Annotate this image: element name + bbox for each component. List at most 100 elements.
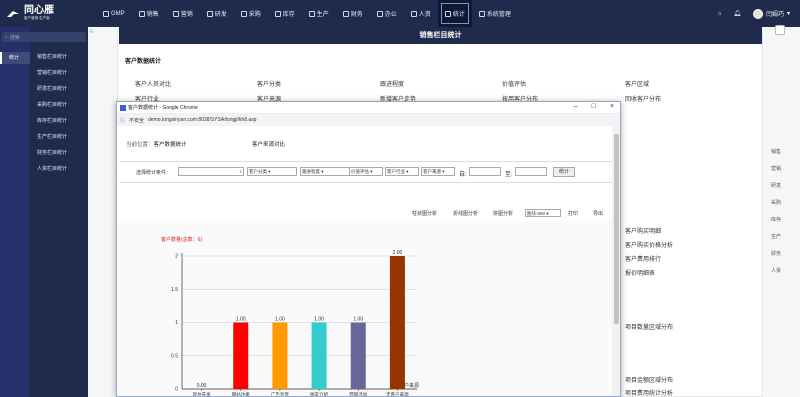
filter-select-industry[interactable]: 客户行业 ▾ bbox=[385, 167, 419, 176]
sidebar-search-input[interactable]: ⌕ 搜索 bbox=[2, 32, 86, 42]
nav-icon bbox=[308, 10, 315, 17]
stat-link[interactable]: 项目数量区域分布 bbox=[625, 322, 673, 331]
side-nav-item[interactable]: 销售 bbox=[768, 148, 784, 155]
stat-link[interactable]: 客户分类 bbox=[257, 79, 281, 88]
bell-icon[interactable]: 🔔︎ bbox=[733, 10, 741, 17]
sidebar-primary bbox=[0, 27, 30, 397]
nav-icon bbox=[342, 10, 349, 17]
tab-customer-source[interactable]: 客户来源对比 bbox=[252, 140, 285, 148]
side-nav-item[interactable]: 研发 bbox=[768, 182, 784, 189]
nav-label: 库存 bbox=[282, 12, 295, 18]
address-bar[interactable]: ⓘ 不安全 demo.tongxinyan.com:8038/SYSA/tong… bbox=[117, 114, 620, 126]
stat-link[interactable]: 项目金额区域分布 bbox=[625, 375, 673, 384]
stat-link[interactable]: 客户购买明细 bbox=[625, 226, 661, 235]
user-menu[interactable]: 闫娟巧 ▾ bbox=[752, 8, 790, 19]
nav-item[interactable]: 办公 bbox=[370, 0, 404, 27]
sidebar-subitem[interactable]: 库存栏目统计 bbox=[30, 113, 88, 129]
side-nav-item[interactable]: 库存 bbox=[768, 216, 784, 223]
nav-item[interactable]: 系统管理 bbox=[472, 0, 518, 27]
sidebar-subitem[interactable]: 营销栏目统计 bbox=[30, 65, 88, 81]
section-title: 客户数据统计 bbox=[125, 59, 162, 65]
expand-icon[interactable] bbox=[775, 25, 785, 35]
breadcrumb: 当前位置：客户数据统计 bbox=[126, 140, 187, 148]
nav-icon bbox=[274, 10, 281, 17]
data-label: 1.00 bbox=[353, 317, 363, 323]
main-nav: GMP 销售 营销 研发 采购 库存 生产 财务 办公 人资 统计 系统管理 bbox=[96, 0, 518, 27]
date-from-input[interactable] bbox=[469, 167, 501, 176]
filter-select-source[interactable]: 客户来源 ▾ bbox=[421, 167, 455, 176]
nav-icon bbox=[206, 10, 213, 17]
chart-size-select[interactable]: 图块-550 ▾ bbox=[525, 209, 561, 217]
bar-chart-button[interactable]: 柱状图分析 bbox=[412, 210, 437, 217]
x-tick-label: 广告宣传 bbox=[271, 391, 289, 397]
nav-item[interactable]: 营销 bbox=[166, 0, 200, 27]
filter-select-value[interactable]: 价值评估 ▾ bbox=[349, 167, 383, 176]
stat-button[interactable]: 统计 bbox=[553, 167, 575, 177]
y-tick-label: 1 bbox=[175, 320, 178, 326]
filter-select-category[interactable]: 客户分类 ▾ bbox=[247, 167, 297, 176]
sidebar-subitem[interactable]: 采购栏目统计 bbox=[30, 97, 88, 113]
filter-select-label: 价值评估 bbox=[351, 169, 369, 174]
nav-label: GMP bbox=[111, 10, 125, 17]
brand-name: 同心雁 bbox=[24, 5, 54, 17]
filter-select-followup[interactable]: 跟进程度 ▾ bbox=[300, 167, 350, 176]
side-nav-item[interactable]: 生产 bbox=[768, 233, 784, 240]
stat-link[interactable]: 价值评估 bbox=[502, 79, 526, 88]
user-name: 闫娟巧 bbox=[765, 12, 784, 18]
close-icon[interactable]: × bbox=[610, 103, 614, 110]
stat-link[interactable]: 客户人员对比 bbox=[135, 79, 171, 88]
side-nav-item[interactable]: 人资 bbox=[768, 267, 784, 274]
nav-label: 采购 bbox=[248, 12, 261, 18]
warning-icon: ⓘ bbox=[120, 117, 126, 124]
stat-link[interactable]: 报价明细表 bbox=[625, 268, 655, 277]
nav-item[interactable]: 销售 bbox=[132, 0, 166, 27]
print-button[interactable]: 打印 bbox=[568, 210, 578, 217]
sidebar-subitem[interactable]: 销售栏目统计 bbox=[30, 49, 88, 65]
pie-chart-button[interactable]: 饼图分析 bbox=[493, 210, 513, 217]
brand-logo[interactable]: 同心雁 客户营销·生产版 bbox=[0, 0, 68, 27]
nav-item[interactable]: 生产 bbox=[302, 0, 336, 27]
nav-label: 系统管理 bbox=[486, 12, 511, 18]
nav-item[interactable]: 人资 bbox=[404, 0, 438, 27]
export-button[interactable]: 导出 bbox=[593, 210, 603, 217]
date-to-input[interactable] bbox=[515, 167, 547, 176]
url-text: demo.tongxinyan.com:8038/SYSA/tongji/kh8… bbox=[148, 117, 257, 123]
nav-item[interactable]: GMP bbox=[96, 0, 132, 27]
sidebar-subitem[interactable]: 研发栏目统计 bbox=[30, 81, 88, 97]
sidebar-subitem[interactable]: 人资栏目统计 bbox=[30, 161, 88, 177]
popup-window: 客户数据统计 - Google Chrome – □ × ⓘ 不安全 demo.… bbox=[116, 101, 621, 397]
stat-link[interactable]: 客户购买价格分析 bbox=[625, 240, 673, 249]
filter-select-label: 跟进程度 bbox=[302, 169, 320, 174]
line-chart-button[interactable]: 折线图分析 bbox=[453, 210, 478, 217]
page-title: 销售栏目统计 bbox=[119, 27, 762, 44]
stat-link[interactable]: 客户区域 bbox=[625, 79, 649, 88]
nav-item[interactable]: 统计 bbox=[437, 0, 472, 27]
scroll-thumb[interactable] bbox=[614, 134, 619, 324]
home-icon[interactable]: ⌂ bbox=[718, 11, 722, 17]
sidebar-subitem[interactable]: 财务栏目统计 bbox=[30, 145, 88, 161]
nav-item[interactable]: 采购 bbox=[234, 0, 268, 27]
nav-item[interactable]: 财务 bbox=[336, 0, 370, 27]
stat-link[interactable]: 跟进程度 bbox=[380, 79, 404, 88]
chart-title: 客户数量(总数：6) bbox=[161, 236, 202, 243]
side-nav-item[interactable]: 采购 bbox=[768, 199, 784, 206]
nav-item[interactable]: 研发 bbox=[200, 0, 234, 27]
url-warning: 不安全 bbox=[129, 117, 145, 124]
side-nav-item[interactable]: 营销 bbox=[768, 165, 784, 172]
nav-label: 统计 bbox=[452, 12, 465, 18]
filter-select-label: 客户来源 bbox=[423, 169, 441, 174]
x-tick-label: 无客户来源 bbox=[386, 391, 409, 397]
favicon-icon bbox=[120, 104, 126, 111]
sidebar-subitem[interactable]: 生产栏目统计 bbox=[30, 129, 88, 145]
stat-link[interactable]: 客户费用排行 bbox=[625, 254, 661, 263]
brand-subtitle: 客户营销·生产版 bbox=[24, 16, 50, 21]
minimize-icon[interactable]: – bbox=[574, 103, 578, 110]
nav-item[interactable]: 库存 bbox=[268, 0, 302, 27]
scrollbar[interactable] bbox=[612, 126, 620, 396]
stat-link[interactable]: 回收客户分布 bbox=[625, 94, 661, 103]
sidebar-item-stats[interactable]: 统计 bbox=[0, 52, 30, 64]
filter-keyword-input[interactable]: ⌕ bbox=[178, 167, 244, 176]
stat-link[interactable]: 项目费用统计分析 bbox=[625, 388, 673, 397]
side-nav-item[interactable]: 财务 bbox=[768, 250, 784, 257]
maximize-icon[interactable]: □ bbox=[592, 103, 596, 110]
